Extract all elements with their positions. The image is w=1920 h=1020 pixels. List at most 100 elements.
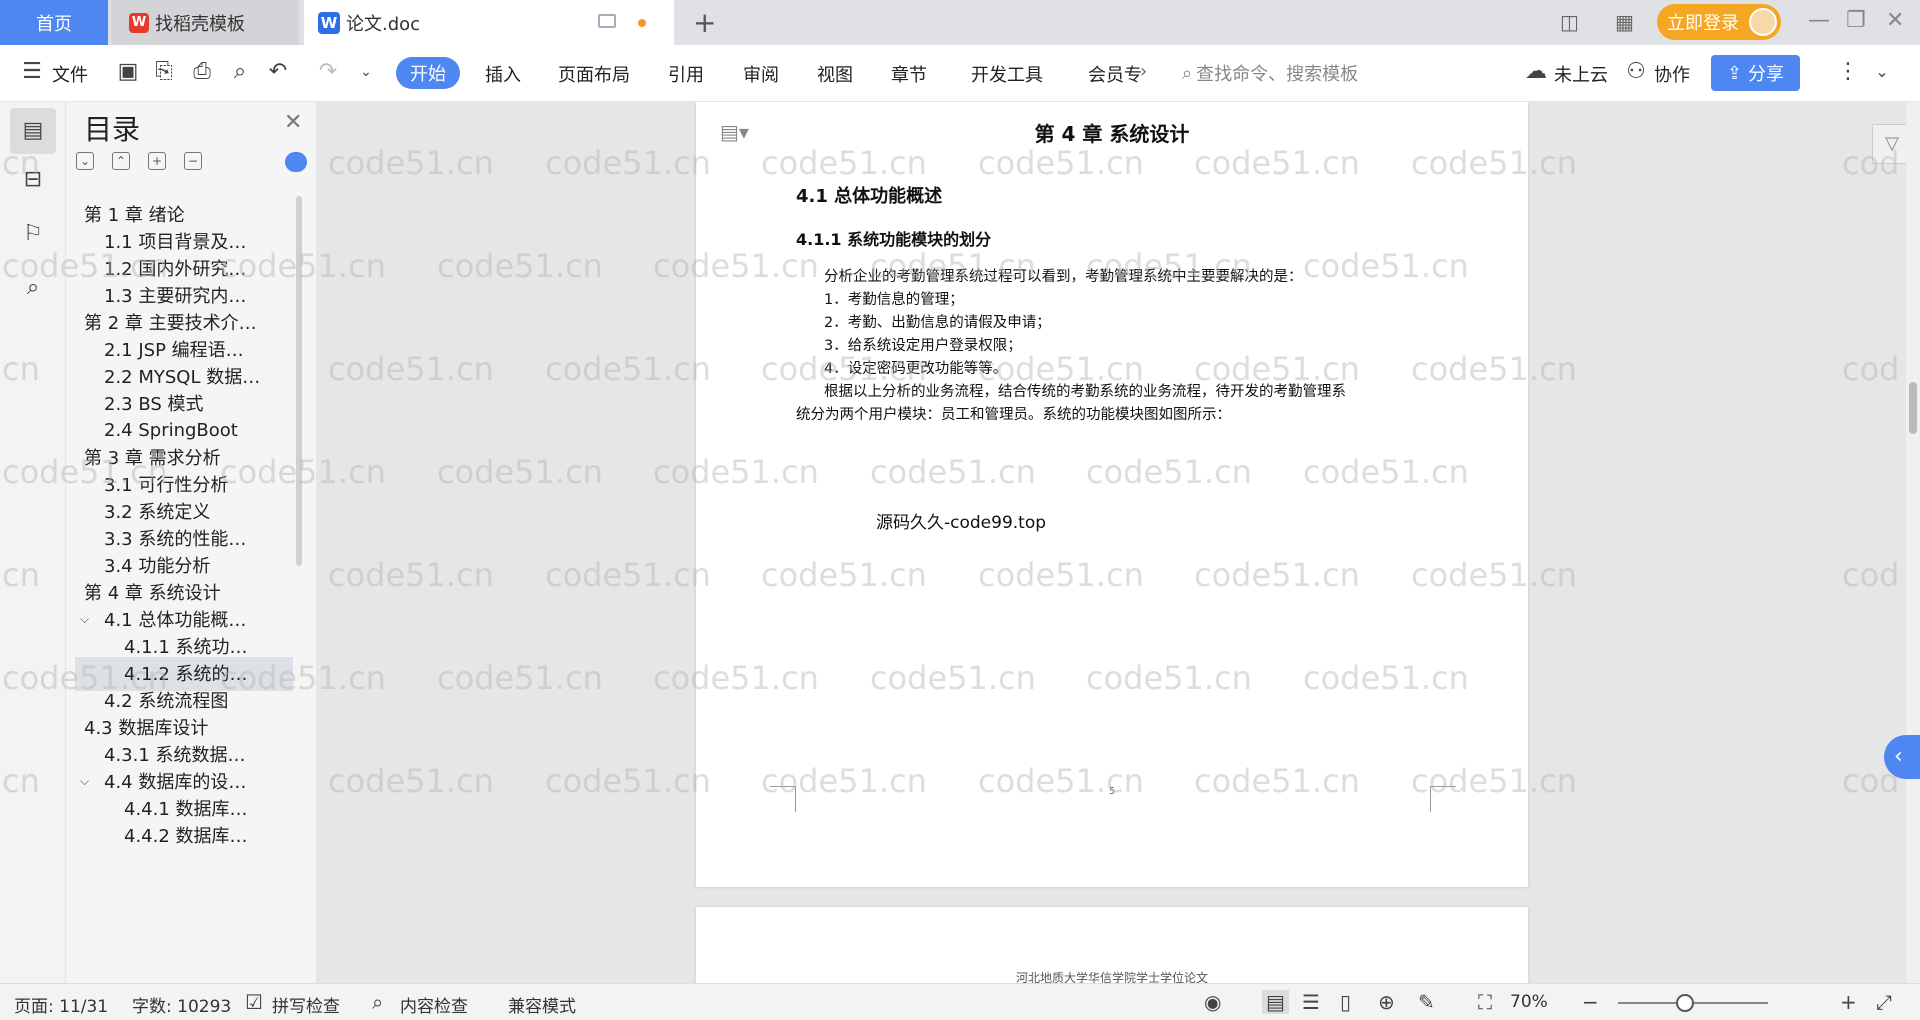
bookmark-icon[interactable]: ⚐ [17, 218, 49, 250]
close-icon[interactable]: ✕ [284, 110, 302, 135]
monitor-icon[interactable] [598, 14, 616, 28]
remove-heading-icon[interactable]: − [184, 152, 202, 170]
tab-references[interactable]: 引用 [668, 61, 704, 87]
next-page[interactable]: 河北地质大学华信学院学士学位论文 [696, 907, 1528, 983]
chevron-down-icon[interactable]: ⌵ [70, 720, 74, 735]
toc-scrollbar[interactable] [296, 196, 302, 566]
chevron-down-icon[interactable]: ⌵ [70, 450, 74, 465]
print-preview-icon[interactable]: ⌕ [228, 60, 252, 84]
toc-panel-icon[interactable]: ▤ [10, 108, 56, 154]
paragraph: 分析企业的考勤管理系统过程可以看到，考勤管理系统中主要要解决的是： [824, 269, 1303, 285]
redo-icon[interactable]: ↷ [316, 60, 340, 84]
apps-grid-icon[interactable]: ▦ [1615, 10, 1634, 34]
chevron-down-icon[interactable]: ⌵ [70, 207, 74, 222]
zoom-out-icon[interactable]: − [1582, 990, 1599, 1014]
zoom-level[interactable]: 70% [1510, 992, 1548, 1012]
minimize-icon[interactable]: — [1808, 8, 1830, 33]
tab-template[interactable]: W 找稻壳模板 [111, 0, 299, 45]
zoom-in-icon[interactable]: + [1840, 990, 1857, 1014]
outline-icon[interactable]: ⊟ [17, 164, 49, 196]
login-button[interactable]: 立即登录 [1657, 4, 1781, 40]
toc-item-label: 第 1 章 绪论 [84, 205, 185, 226]
toc-item-label: 4.2 系统流程图 [104, 691, 229, 712]
close-window-icon[interactable]: ✕ [1886, 8, 1904, 33]
chevron-down-icon[interactable]: ⌵ [80, 774, 94, 789]
command-search[interactable]: ⌕ 查找命令、搜索模板 [1182, 60, 1358, 86]
eye-protection-icon[interactable]: ◉ [1204, 990, 1221, 1014]
spellcheck-button[interactable]: 拼写检查 [272, 992, 340, 1017]
collaborate-button[interactable]: 协作 [1654, 61, 1690, 87]
tab-view[interactable]: 视图 [817, 61, 853, 87]
fit-page-icon[interactable]: ⛶ [1478, 990, 1492, 1014]
add-heading-icon[interactable]: + [148, 152, 166, 170]
print-icon[interactable]: ⎙ [190, 60, 214, 84]
collapse-all-icon[interactable]: ⌃ [112, 152, 130, 170]
list-item: 3．给系统设定用户登录权限； [824, 338, 1022, 354]
chevron-down-icon[interactable]: ⌵ [70, 315, 74, 330]
tab-page-layout[interactable]: 页面布局 [558, 61, 630, 87]
tab-start[interactable]: 开始 [396, 57, 460, 89]
write-view-icon[interactable]: ✎ [1418, 990, 1435, 1014]
toc-item-label: 第 3 章 需求分析 [84, 448, 221, 469]
export-pdf-icon[interactable]: ⎘ [152, 60, 176, 84]
docer-logo-icon: W [129, 12, 149, 33]
outline-view-icon[interactable]: ☰ [1302, 990, 1320, 1014]
tab-home[interactable]: 首页 [0, 0, 108, 45]
left-nav-strip: ▤ ⊟ ⚐ ⌕ [0, 102, 66, 983]
undo-icon[interactable]: ↶ [266, 60, 290, 84]
tab-document-label: 论文.doc [346, 13, 421, 35]
menu-icon[interactable]: ☰ [20, 60, 44, 84]
search-icon: ⌕ [1182, 62, 1193, 84]
search-placeholder: 查找命令、搜索模板 [1196, 64, 1359, 85]
restore-icon[interactable]: ❐ [1846, 8, 1866, 33]
file-menu[interactable]: 文件 [52, 61, 88, 87]
document-page[interactable]: ▤▾ 第 4 章 系统设计 4.1 总体功能概述 4.1.1 系统功能模块的划分… [696, 102, 1528, 887]
list-item: 1．考勤信息的管理； [824, 292, 964, 308]
layout-switch-icon[interactable]: ◫ [1560, 10, 1579, 34]
reading-view-icon[interactable]: ▯ [1340, 990, 1351, 1014]
tab-chapter[interactable]: 章节 [891, 61, 927, 87]
page-number: 5 [1108, 786, 1116, 797]
tab-review[interactable]: 审阅 [743, 61, 779, 87]
tab-insert[interactable]: 插入 [485, 61, 521, 87]
more-dropdown-icon[interactable]: ⌄ [354, 60, 378, 84]
toc-item-label: 第 2 章 主要技术介… [84, 313, 257, 334]
find-icon[interactable]: ⌕ [17, 272, 49, 304]
tab-developer[interactable]: 开发工具 [971, 61, 1043, 87]
tab-template-label: 找稻壳模板 [155, 13, 245, 35]
vertical-scrollbar[interactable] [1906, 102, 1920, 983]
web-view-icon[interactable]: ⊕ [1378, 990, 1395, 1014]
content-check-button[interactable]: 内容检查 [400, 992, 468, 1017]
page-indicator[interactable]: 页面: 11/31 [14, 992, 108, 1017]
tab-document[interactable]: W 论文.doc [304, 0, 674, 45]
cloud-status[interactable]: 未上云 [1554, 61, 1608, 87]
more-options-icon[interactable]: ⋮ [1836, 60, 1860, 84]
fullscreen-icon[interactable]: ⤢ [1876, 990, 1892, 1014]
collapse-ribbon-icon[interactable]: ⌄ [1870, 60, 1894, 84]
expand-all-icon[interactable]: ⌄ [76, 152, 94, 170]
side-expand-button[interactable]: ‹ [1884, 735, 1920, 779]
toc-item[interactable]: 4.4.2 数据库… [124, 819, 248, 851]
section-title: 4.1 总体功能概述 [796, 186, 943, 207]
tab-member[interactable]: 会员专 [1088, 61, 1142, 87]
save-icon[interactable]: ▣ [116, 60, 140, 84]
toc-item-label: 2.4 SpringBoot [104, 419, 238, 441]
avatar [1749, 8, 1777, 36]
collaborate-icon: ⚇ [1626, 59, 1646, 84]
word-count[interactable]: 字数: 10293 [132, 992, 231, 1017]
share-label: 分享 [1748, 64, 1785, 85]
smart-toc-icon[interactable] [285, 152, 307, 172]
chevron-down-icon[interactable]: ⌵ [80, 612, 94, 627]
scrollbar-thumb[interactable] [1909, 382, 1917, 434]
new-tab-button[interactable]: + [693, 6, 716, 39]
unsaved-indicator-icon [638, 19, 646, 27]
toc-item-label: 4.4 数据库的设… [104, 772, 247, 793]
ribbon-scroll-right-icon[interactable]: › [1140, 61, 1147, 82]
share-button[interactable]: ⇪ 分享 [1711, 55, 1800, 91]
chevron-down-icon[interactable]: ⌵ [70, 585, 74, 600]
toc-item-label: 4.1 总体功能概… [104, 610, 247, 631]
subsection-title: 4.1.1 系统功能模块的划分 [796, 230, 992, 249]
filter-icon[interactable]: ▽ [1872, 124, 1906, 164]
page-view-icon[interactable]: ▤ [1262, 990, 1289, 1014]
zoom-slider-handle[interactable] [1676, 994, 1694, 1012]
